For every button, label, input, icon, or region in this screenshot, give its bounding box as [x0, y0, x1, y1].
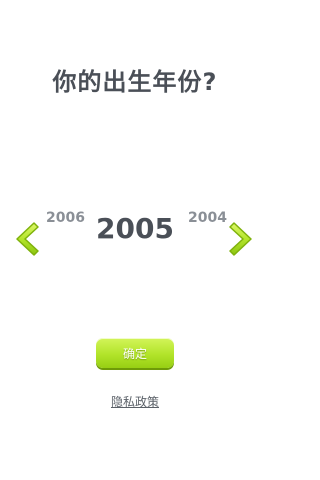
- birth-year-screen: 你的出生年份? 2006 2005 2004 确定 隐私政策: [0, 0, 270, 480]
- page-title: 你的出生年份?: [52, 68, 218, 96]
- next-year-button[interactable]: [228, 220, 256, 258]
- privacy-policy-link[interactable]: 隐私政策: [0, 393, 270, 410]
- chevron-right-icon: [229, 222, 252, 256]
- confirm-button[interactable]: 确定: [96, 338, 174, 368]
- next-year-label[interactable]: 2004: [188, 210, 227, 226]
